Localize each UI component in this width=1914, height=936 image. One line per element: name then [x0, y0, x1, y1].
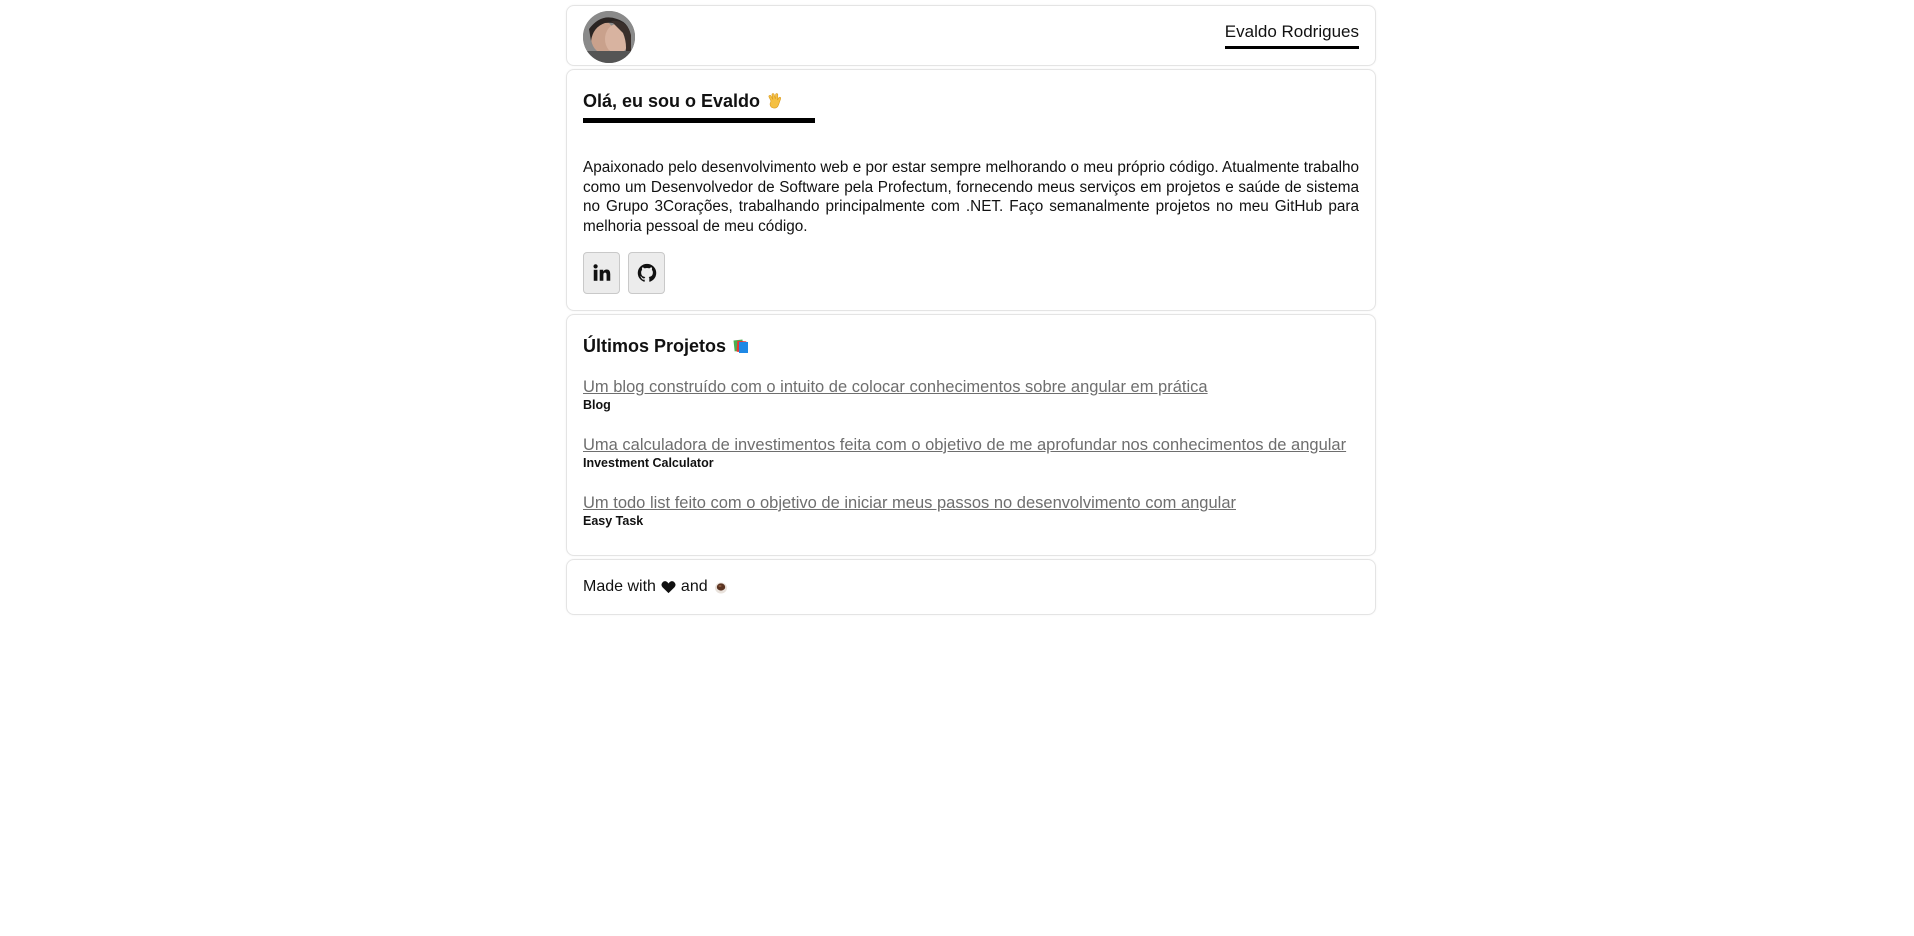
footer-card: Made with and	[566, 559, 1376, 615]
footer-and: and	[680, 578, 708, 595]
footer-made-with: Made with	[583, 578, 656, 595]
about-title: Olá, eu sou o Evaldo	[583, 90, 1359, 112]
linkedin-button[interactable]	[583, 252, 620, 294]
about-card: Olá, eu sou o Evaldo Apaixonado pelo des…	[566, 69, 1376, 311]
about-description: Apaixonado pelo desenvolvimento web e po…	[583, 159, 1359, 235]
heart-icon	[661, 580, 676, 594]
project-link[interactable]: Uma calculadora de investimentos feita c…	[583, 435, 1359, 455]
project-item: Uma calculadora de investimentos feita c…	[583, 435, 1359, 471]
github-button[interactable]	[628, 252, 665, 294]
page-container: Evaldo Rodrigues Olá, eu sou o Evaldo Ap…	[566, 5, 1376, 618]
header-name-link[interactable]: Evaldo Rodrigues	[1224, 22, 1359, 49]
project-link[interactable]: Um blog construído com o intuito de colo…	[583, 377, 1359, 397]
avatar-photo	[583, 11, 635, 63]
header-card: Evaldo Rodrigues	[566, 5, 1376, 66]
books-icon	[732, 337, 750, 355]
projects-title: Últimos Projetos	[583, 335, 1359, 357]
coffee-icon	[713, 579, 729, 595]
social-links	[583, 252, 665, 294]
title-underline	[583, 118, 815, 123]
project-name: Easy Task	[583, 514, 644, 528]
project-link[interactable]: Um todo list feito com o objetivo de ini…	[583, 493, 1359, 513]
projects-card: Últimos Projetos Um blog construído com …	[566, 314, 1376, 556]
about-title-text: Olá, eu sou o Evaldo	[583, 91, 761, 111]
projects-title-text: Últimos Projetos	[583, 336, 727, 356]
project-name: Investment Calculator	[583, 456, 714, 470]
project-name: Blog	[583, 398, 611, 412]
avatar	[583, 11, 635, 63]
project-item: Um blog construído com o intuito de colo…	[583, 377, 1359, 413]
waving-hand-icon	[766, 92, 784, 110]
project-item: Um todo list feito com o objetivo de ini…	[583, 493, 1359, 529]
github-icon	[637, 263, 656, 282]
linkedin-icon	[592, 264, 610, 281]
